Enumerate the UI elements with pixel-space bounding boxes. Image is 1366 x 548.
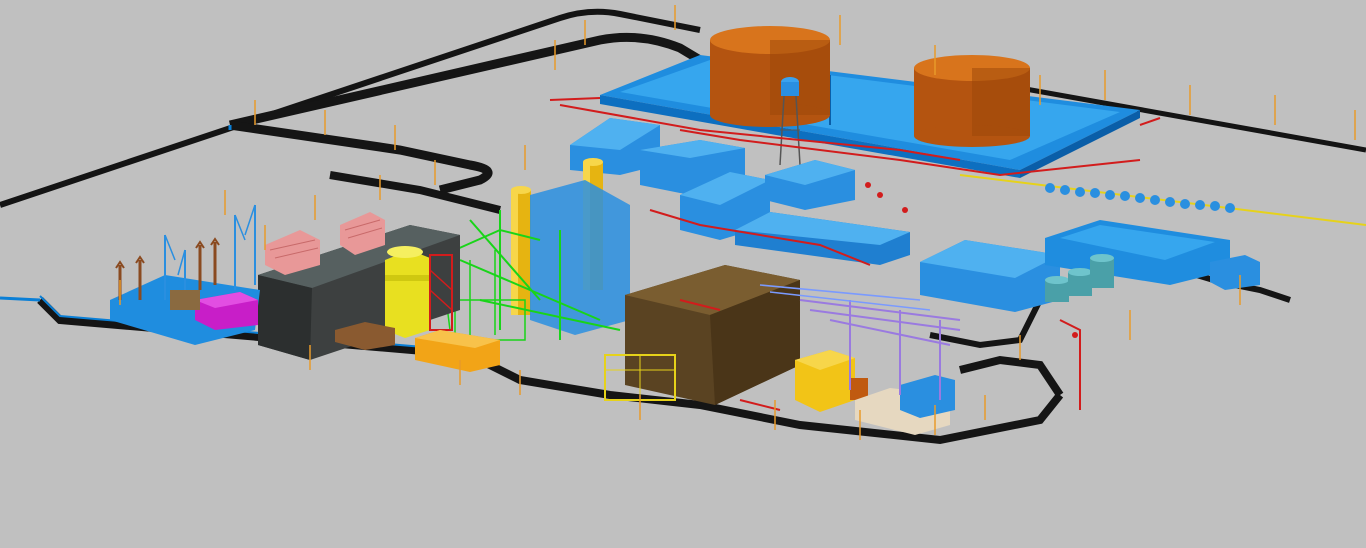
transformer-yard[interactable] xyxy=(110,204,260,345)
orange-skid[interactable] xyxy=(415,330,500,372)
cad-3d-viewport[interactable] xyxy=(0,0,1366,548)
storage-tank-1[interactable] xyxy=(710,26,830,127)
yellow-turbine-unit[interactable] xyxy=(385,246,430,338)
yellow-pipeline xyxy=(959,174,1366,226)
cooling-fan-bank[interactable] xyxy=(1045,183,1235,213)
exhaust-stack-1[interactable] xyxy=(511,186,531,315)
storage-tank-2[interactable] xyxy=(914,55,1030,147)
power-plant-model[interactable] xyxy=(0,0,1366,548)
